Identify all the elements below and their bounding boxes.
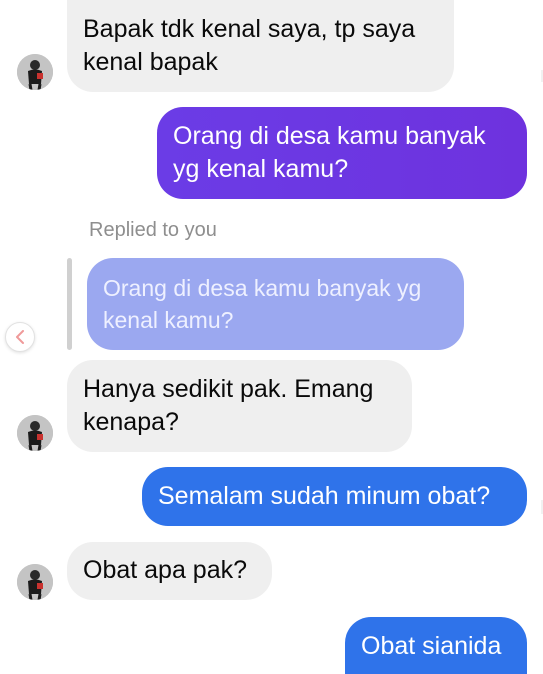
message-line: kenal bapak [83,48,218,76]
message-line: Hanya sedikit pak. Emang [83,375,374,403]
replied-to-label: Replied to you [89,219,217,241]
message-line: yg kenal kamu? [173,155,349,183]
quoted-line: kenal kamu? [103,307,234,333]
back-button[interactable] [5,322,35,352]
message-text: Obat apa pak? [83,556,248,584]
quoted-message[interactable]: Orang di desa kamu banyak yg kenal kamu? [87,258,464,350]
incoming-message[interactable]: Hanya sedikit pak. Emang kenapa? [67,360,412,452]
incoming-message[interactable]: Obat apa pak? [67,542,272,600]
quoted-line: Orang di desa kamu banyak yg [103,275,422,301]
message-line: Bapak tdk kenal saya, tp saya [83,15,416,43]
contact-avatar[interactable] [17,564,53,600]
person-avatar-icon [17,564,53,600]
person-avatar-icon [17,415,53,451]
contact-avatar[interactable] [17,415,53,451]
outgoing-message[interactable]: Orang di desa kamu banyak yg kenal kamu? [157,107,527,199]
person-avatar-icon [17,54,53,90]
message-line: Orang di desa kamu banyak [173,122,486,150]
reply-indicator-bar [67,258,72,350]
outgoing-message[interactable]: Semalam sudah minum obat? [142,467,527,526]
chevron-left-icon [16,330,24,344]
message-text: Obat sianida [361,632,502,660]
contact-avatar[interactable] [17,54,53,90]
outgoing-message[interactable]: Obat sianida [345,617,527,674]
incoming-message[interactable]: Bapak tdk kenal saya, tp saya kenal bapa… [67,0,454,92]
message-text: Semalam sudah minum obat? [158,482,491,510]
message-line: kenapa? [83,408,179,436]
